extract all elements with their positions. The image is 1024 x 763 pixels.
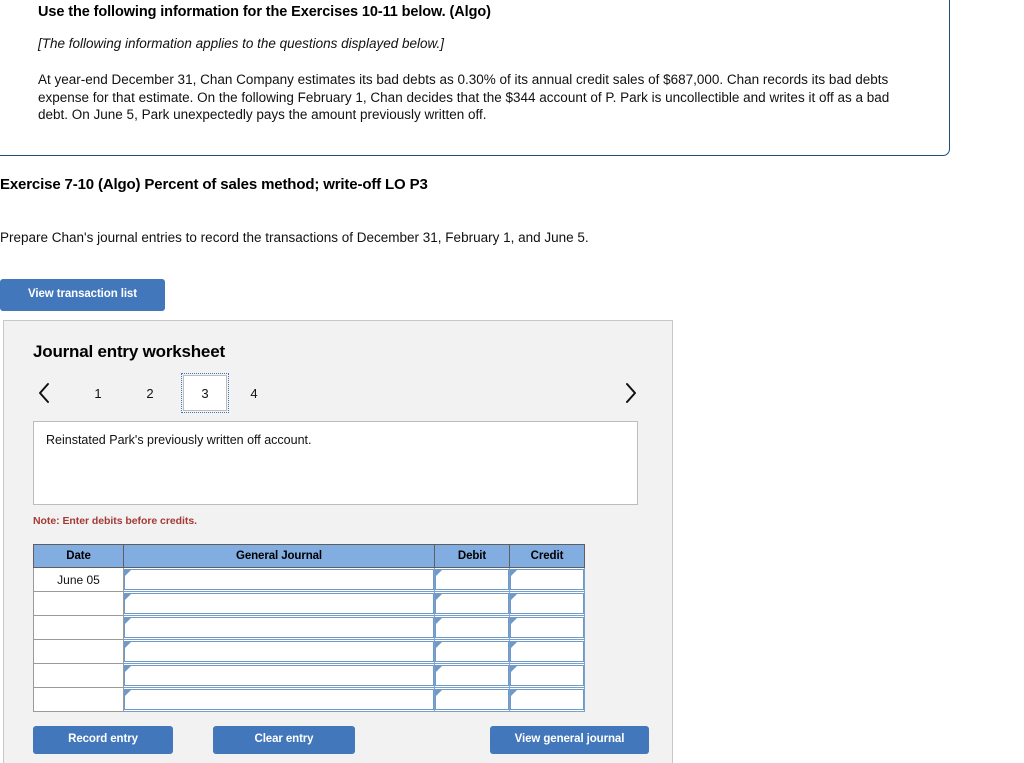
table-row bbox=[33, 639, 585, 664]
journal-entry-worksheet-panel: Journal entry worksheet 1 2 3 4 Reinstat… bbox=[3, 320, 673, 763]
debits-before-credits-note: Note: Enter debits before credits. bbox=[33, 515, 197, 527]
cell-marker-icon bbox=[125, 618, 131, 624]
exercise-prompt: Prepare Chan's journal entries to record… bbox=[0, 230, 589, 245]
credit-cell[interactable] bbox=[509, 567, 585, 592]
credit-cell[interactable] bbox=[509, 663, 585, 688]
cell-marker-icon bbox=[436, 570, 442, 576]
cell-marker-icon bbox=[125, 642, 131, 648]
record-entry-button[interactable]: Record entry bbox=[33, 726, 173, 754]
info-box-body-text: At year-end December 31, Chan Company es… bbox=[38, 72, 890, 122]
date-cell[interactable]: June 05 bbox=[33, 567, 124, 592]
column-header-debit: Debit bbox=[434, 544, 510, 568]
cell-marker-icon bbox=[511, 666, 517, 672]
table-row bbox=[33, 615, 585, 640]
cell-marker-icon bbox=[511, 594, 517, 600]
debit-cell[interactable] bbox=[434, 567, 510, 592]
journal-entry-table: Date General Journal Debit Credit June 0… bbox=[33, 544, 585, 712]
date-cell[interactable] bbox=[33, 687, 124, 712]
view-transaction-list-button[interactable]: View transaction list bbox=[0, 279, 165, 311]
column-header-credit: Credit bbox=[509, 544, 585, 568]
date-cell[interactable] bbox=[33, 639, 124, 664]
worksheet-tab-4[interactable]: 4 bbox=[237, 377, 271, 409]
worksheet-tab-3[interactable]: 3 bbox=[181, 373, 229, 413]
cell-marker-icon bbox=[436, 618, 442, 624]
table-header-row: Date General Journal Debit Credit bbox=[33, 544, 585, 568]
credit-cell[interactable] bbox=[509, 687, 585, 712]
cell-marker-icon bbox=[436, 642, 442, 648]
cell-marker-icon bbox=[511, 618, 517, 624]
cell-marker-icon bbox=[511, 642, 517, 648]
cell-marker-icon bbox=[436, 594, 442, 600]
credit-cell[interactable] bbox=[509, 615, 585, 640]
view-general-journal-button[interactable]: View general journal bbox=[490, 726, 649, 754]
debit-cell[interactable] bbox=[434, 687, 510, 712]
general-journal-cell[interactable] bbox=[123, 615, 435, 640]
cell-marker-icon bbox=[125, 690, 131, 696]
date-cell[interactable] bbox=[33, 663, 124, 688]
table-row: June 05 bbox=[33, 567, 585, 592]
general-journal-cell[interactable] bbox=[123, 567, 435, 592]
date-cell[interactable] bbox=[33, 591, 124, 616]
worksheet-tab-navigation: 1 2 3 4 bbox=[31, 373, 643, 413]
info-box-applies-note: [The following information applies to th… bbox=[38, 36, 444, 51]
worksheet-title: Journal entry worksheet bbox=[33, 342, 225, 361]
chevron-right-icon[interactable] bbox=[617, 374, 643, 412]
column-header-general-journal: General Journal bbox=[123, 544, 435, 568]
chevron-left-icon[interactable] bbox=[31, 374, 57, 412]
debit-cell[interactable] bbox=[434, 591, 510, 616]
cell-marker-icon bbox=[436, 666, 442, 672]
worksheet-tab-1[interactable]: 1 bbox=[81, 377, 115, 409]
general-journal-cell[interactable] bbox=[123, 591, 435, 616]
journal-entry-description[interactable]: Reinstated Park's previously written off… bbox=[33, 421, 638, 505]
date-cell[interactable] bbox=[33, 615, 124, 640]
table-row bbox=[33, 687, 585, 712]
cell-marker-icon bbox=[511, 570, 517, 576]
credit-cell[interactable] bbox=[509, 639, 585, 664]
exercise-title: Exercise 7-10 (Algo) Percent of sales me… bbox=[0, 176, 428, 193]
credit-cell[interactable] bbox=[509, 591, 585, 616]
worksheet-tab-2[interactable]: 2 bbox=[133, 377, 167, 409]
table-row bbox=[33, 663, 585, 688]
cell-marker-icon bbox=[436, 690, 442, 696]
debit-cell[interactable] bbox=[434, 663, 510, 688]
general-journal-cell[interactable] bbox=[123, 639, 435, 664]
cell-marker-icon bbox=[125, 570, 131, 576]
column-header-date: Date bbox=[33, 544, 124, 568]
cell-marker-icon bbox=[125, 594, 131, 600]
exercise-information-box: Use the following information for the Ex… bbox=[0, 0, 950, 156]
table-row bbox=[33, 591, 585, 616]
debit-cell[interactable] bbox=[434, 615, 510, 640]
general-journal-cell[interactable] bbox=[123, 687, 435, 712]
cell-marker-icon bbox=[511, 690, 517, 696]
debit-cell[interactable] bbox=[434, 639, 510, 664]
clear-entry-button[interactable]: Clear entry bbox=[213, 726, 355, 754]
general-journal-cell[interactable] bbox=[123, 663, 435, 688]
cell-marker-icon bbox=[125, 666, 131, 672]
info-box-title: Use the following information for the Ex… bbox=[38, 4, 491, 20]
